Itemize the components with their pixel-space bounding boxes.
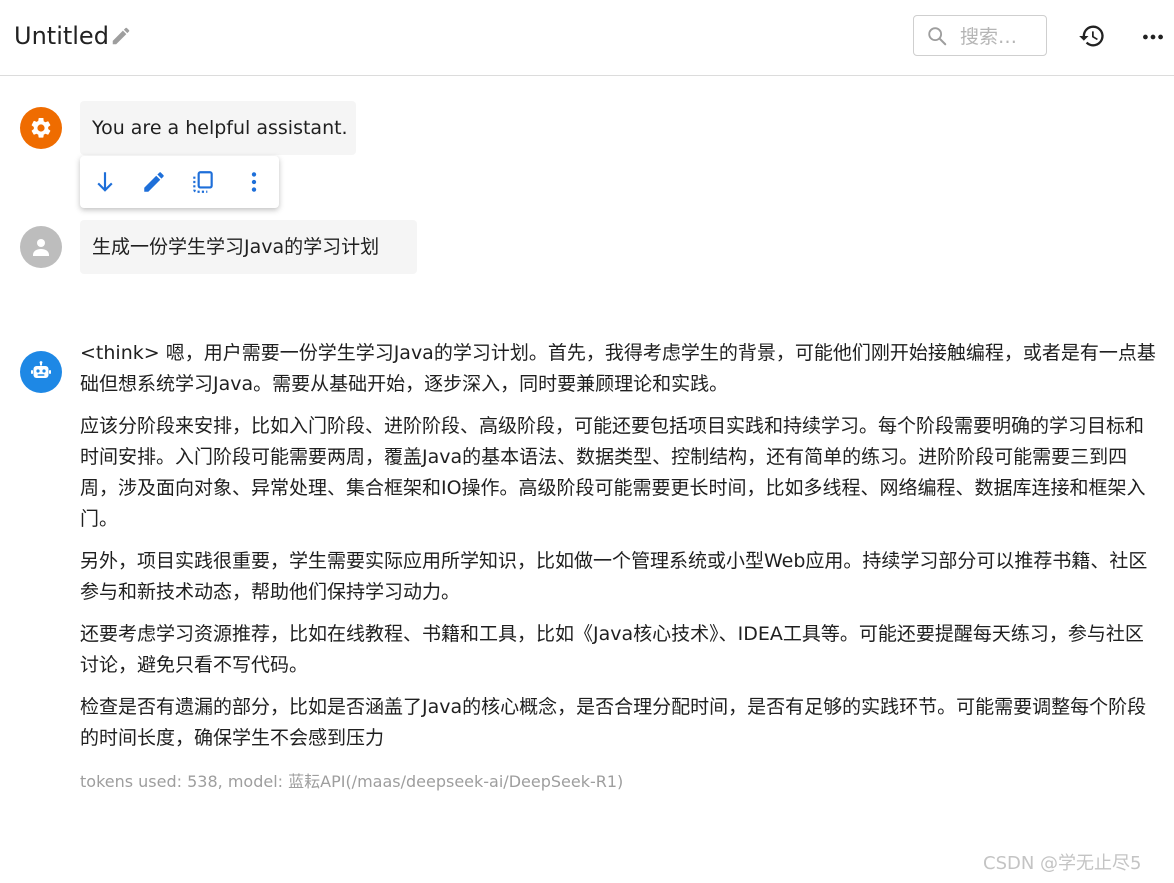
watermark: CSDN @学无止尽5 [983, 853, 1142, 874]
search-placeholder: 搜索… [960, 26, 1018, 48]
gear-icon [29, 116, 53, 140]
person-icon [29, 235, 53, 259]
copy-icon[interactable] [190, 169, 216, 195]
pencil-icon[interactable] [110, 25, 132, 47]
answer-paragraph: 还要考虑学习资源推荐，比如在线教程、书籍和工具，比如《Java核心技术》、IDE… [80, 623, 1144, 676]
search-input[interactable]: 搜索… [913, 15, 1047, 56]
message-toolbar [80, 156, 279, 208]
user-avatar [20, 226, 62, 268]
conversation-title[interactable]: Untitled [14, 20, 109, 52]
user-message[interactable]: 生成一份学生学习Java的学习计划 [80, 220, 417, 274]
more-vertical-icon[interactable] [241, 169, 267, 195]
answer-paragraph: <think> 嗯，用户需要一份学生学习Java的学习计划。首先，我得考虑学生的… [80, 342, 1156, 395]
assistant-avatar [20, 351, 62, 393]
answer-paragraph: 检查是否有遗漏的部分，比如是否涵盖了Java的核心概念，是否合理分配时间，是否有… [80, 696, 1147, 749]
assistant-message[interactable]: <think> 嗯，用户需要一份学生学习Java的学习计划。首先，我得考虑学生的… [80, 338, 1160, 765]
search-icon [926, 25, 948, 47]
answer-paragraph: 应该分阶段来安排，比如入门阶段、进阶阶段、高级阶段，可能还要包括项目实践和持续学… [80, 415, 1146, 530]
robot-icon [29, 360, 53, 384]
system-avatar [20, 107, 62, 149]
token-usage-meta: tokens used: 538, model: 蓝耘API(/maas/dee… [80, 772, 624, 791]
system-message[interactable]: You are a helpful assistant. [80, 101, 356, 155]
answer-paragraph: 另外，项目实践很重要，学生需要实际应用所学知识，比如做一个管理系统或小型Web应… [80, 550, 1148, 603]
pencil-icon[interactable] [141, 169, 167, 195]
more-horizontal-icon[interactable] [1140, 24, 1166, 50]
history-icon[interactable] [1078, 22, 1106, 50]
app-header: Untitled 搜索… [0, 0, 1174, 76]
arrow-down-icon[interactable] [92, 169, 118, 195]
